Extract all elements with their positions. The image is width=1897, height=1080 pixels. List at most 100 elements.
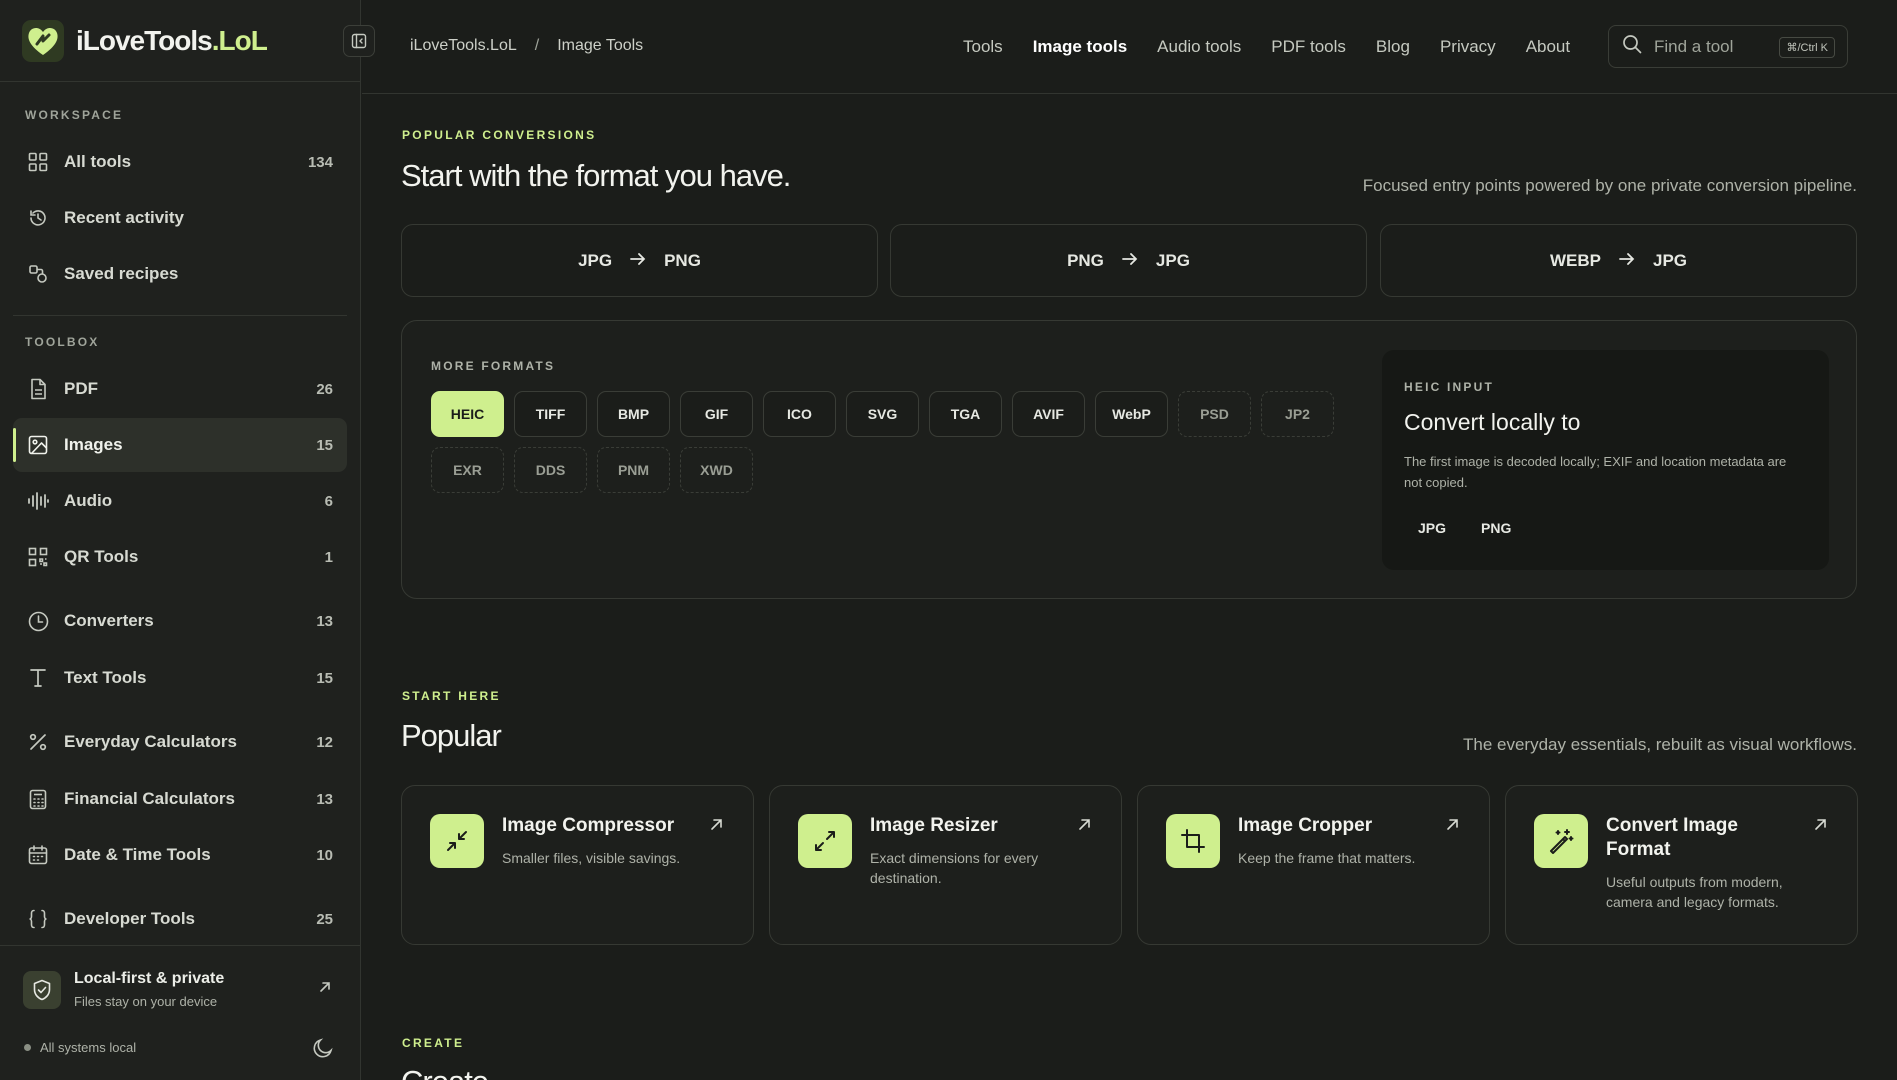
sidebar-item-count: 10: [316, 846, 333, 864]
sidebar-item-count: 25: [316, 910, 333, 928]
qr-icon: [27, 546, 49, 568]
arrow-right-icon: [1619, 251, 1635, 271]
brand[interactable]: iLoveTools.LoL: [0, 0, 360, 82]
tool-card-image-compressor[interactable]: Image Compressor Smaller files, visible …: [401, 785, 754, 945]
sidebar-item-all-tools[interactable]: All tools 134: [13, 135, 347, 189]
format-chip-heic[interactable]: HEIC: [431, 391, 504, 437]
sidebar-item-label: Financial Calculators: [64, 789, 235, 808]
sidebar-item-date-time-tools[interactable]: Date & Time Tools 10: [13, 828, 347, 882]
sidebar-item-count: 15: [316, 669, 333, 687]
section-subtitle: Focused entry points powered by one priv…: [1362, 176, 1857, 195]
sidebar-item-label: All tools: [64, 152, 132, 171]
sidebar-item-label: Images: [64, 435, 123, 454]
arrow-up-right-icon: [710, 818, 723, 836]
section-kicker: POPULAR CONVERSIONS: [402, 128, 597, 142]
sidebar: iLoveTools.LoL WORKSPACE All tools 134 R…: [0, 0, 361, 1080]
format-chip-psd[interactable]: PSD: [1178, 391, 1251, 437]
format-chip-svg[interactable]: SVG: [846, 391, 919, 437]
tool-card-convert-image-format[interactable]: Convert Image Format Useful outputs from…: [1505, 785, 1858, 945]
format-chip-avif[interactable]: AVIF: [1012, 391, 1085, 437]
privacy-title: Local-first & private: [74, 970, 225, 987]
shield-icon: [23, 971, 61, 1009]
format-chip-bmp[interactable]: BMP: [597, 391, 670, 437]
conversion-png-to-jpg[interactable]: PNG JPG: [890, 224, 1367, 297]
format-chip-ico[interactable]: ICO: [763, 391, 836, 437]
sidebar-item-qr-tools[interactable]: QR Tools 1: [13, 530, 347, 584]
card-title: Image Resizer: [870, 815, 998, 836]
conversion-to: PNG: [664, 250, 701, 270]
conversion-jpg-to-png[interactable]: JPG PNG: [401, 224, 878, 297]
detail-kicker: HEIC INPUT: [1404, 380, 1495, 394]
output-jpg-button[interactable]: JPG: [1418, 520, 1446, 536]
card-description: Keep the frame that matters.: [1238, 850, 1416, 866]
card-description: Exact dimensions for every destination.: [870, 850, 1039, 886]
expand-icon: [798, 814, 852, 868]
format-chip-dds[interactable]: DDS: [514, 447, 587, 493]
sidebar-item-converters[interactable]: Converters 13: [13, 594, 347, 648]
clock-icon: [27, 610, 49, 632]
braces-icon: [27, 908, 49, 930]
search-icon: [1622, 34, 1642, 59]
nav-privacy[interactable]: Privacy: [1440, 37, 1496, 57]
sidebar-item-count: 134: [307, 153, 333, 171]
sidebar-item-developer-tools[interactable]: Developer Tools 25: [13, 892, 347, 946]
sidebar-item-count: 13: [316, 612, 333, 630]
format-chip-pnm[interactable]: PNM: [597, 447, 670, 493]
format-chip-webp[interactable]: WebP: [1095, 391, 1168, 437]
sidebar-item-text-tools[interactable]: Text Tools 15: [13, 651, 347, 705]
sidebar-item-financial-calculators[interactable]: Financial Calculators 13: [13, 772, 347, 826]
sidebar-item-label: Developer Tools: [64, 909, 195, 928]
breadcrumb-current: Image Tools: [557, 37, 644, 54]
heart-logo-icon: [22, 19, 64, 62]
nav-image-tools[interactable]: Image tools: [1033, 37, 1127, 57]
sidebar-item-count: 6: [324, 492, 333, 510]
grid-icon: [27, 151, 49, 173]
format-chip-xwd[interactable]: XWD: [680, 447, 753, 493]
output-png-button[interactable]: PNG: [1481, 520, 1511, 536]
sidebar-item-count: 26: [316, 380, 333, 398]
tool-card-image-cropper[interactable]: Image Cropper Keep the frame that matter…: [1137, 785, 1490, 945]
breadcrumb-separator: /: [534, 37, 540, 54]
more-formats-label: MORE FORMATS: [431, 359, 556, 373]
nav-about[interactable]: About: [1526, 37, 1570, 57]
sidebar-item-pdf[interactable]: PDF 26: [13, 362, 347, 416]
format-chip-tga[interactable]: TGA: [929, 391, 1002, 437]
conversion-from: JPG: [578, 250, 613, 270]
nav-blog[interactable]: Blog: [1376, 37, 1410, 57]
conversion-webp-to-jpg[interactable]: WEBP JPG: [1380, 224, 1857, 297]
sidebar-item-count: 15: [316, 436, 333, 454]
collapse-sidebar-button[interactable]: [343, 25, 375, 57]
format-chip-jp2[interactable]: JP2: [1261, 391, 1334, 437]
tool-card-image-resizer[interactable]: Image Resizer Exact dimensions for every…: [769, 785, 1122, 945]
arrow-up-right-icon[interactable]: [318, 980, 332, 999]
format-chip-tiff[interactable]: TIFF: [514, 391, 587, 437]
sidebar-item-images[interactable]: Images 15: [13, 418, 347, 472]
calendar-icon: [27, 844, 49, 866]
sidebar-divider: [13, 315, 347, 316]
compress-icon: [430, 814, 484, 868]
format-chip-exr[interactable]: EXR: [431, 447, 504, 493]
nav-pdf-tools[interactable]: PDF tools: [1271, 37, 1346, 57]
topbar: iLoveTools.LoL / Image Tools Tools Image…: [362, 0, 1897, 94]
conversion-from: PNG: [1067, 250, 1104, 270]
sidebar-item-everyday-calculators[interactable]: Everyday Calculators 12: [13, 715, 347, 769]
moon-icon[interactable]: [312, 1037, 334, 1064]
sidebar-item-recent-activity[interactable]: Recent activity: [13, 191, 347, 245]
search-input[interactable]: Find a tool ⌘/Ctrl K: [1608, 25, 1848, 68]
section-kicker: START HERE: [402, 689, 501, 703]
percent-icon: [27, 731, 49, 753]
workspace-label: WORKSPACE: [25, 108, 124, 122]
sidebar-item-label: Converters: [64, 611, 154, 630]
brand-name: iLoveTools.LoL: [76, 24, 268, 56]
format-detail-card: HEIC INPUT Convert locally to The first …: [1382, 350, 1829, 570]
nav-tools[interactable]: Tools: [963, 37, 1003, 57]
breadcrumb: iLoveTools.LoL / Image Tools: [410, 37, 643, 55]
nav-audio-tools[interactable]: Audio tools: [1157, 37, 1241, 57]
system-status: All systems local: [24, 1040, 136, 1055]
sidebar-item-audio[interactable]: Audio 6: [13, 474, 347, 528]
format-chip-gif[interactable]: GIF: [680, 391, 753, 437]
breadcrumb-home[interactable]: iLoveTools.LoL: [410, 37, 517, 55]
sidebar-item-label: Everyday Calculators: [64, 732, 237, 751]
toolbox-label: TOOLBOX: [25, 335, 100, 349]
sidebar-item-saved-recipes[interactable]: Saved recipes: [13, 247, 347, 301]
